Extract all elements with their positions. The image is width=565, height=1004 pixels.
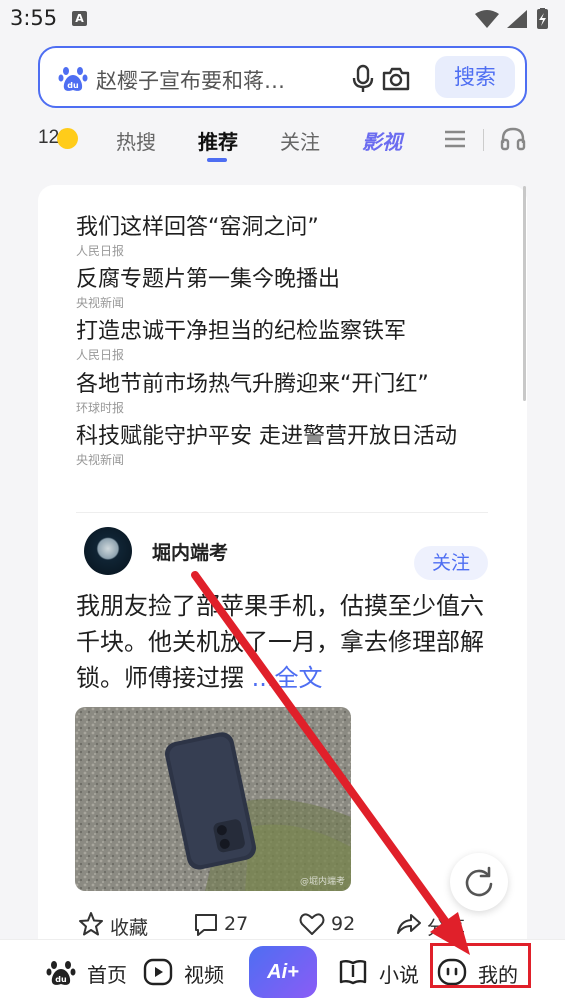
screen: 3:55 A du 赵樱子宣布要和蒋… 搜索 12° 热搜 推荐 关注 影视 我… [0,0,565,1004]
news-title[interactable]: 科技赋能守护平安 走进警营开放日活动 [76,421,496,453]
news-item[interactable]: 我们这样回答“窑洞之问” 人民日报 [76,212,496,258]
heart-icon [299,913,325,935]
like-count: 92 [331,913,356,935]
play-icon [143,958,173,986]
news-title[interactable]: 各地节前市场热气升腾迎来“开门红” [76,369,496,401]
author-name[interactable]: 堀内端考 [152,538,228,565]
nav-novel[interactable]: 小说 [338,940,428,1004]
post-image[interactable]: @堀内端考 [75,707,351,891]
post-text[interactable]: 我朋友捡了部苹果手机，估摸至少值六千块。他关机放了一月，拿去修理部解锁。师傅接过… [76,588,496,696]
news-item[interactable]: 打造忠诚干净担当的纪检监察铁军 人民日报 [76,316,496,362]
phone-on-ground-photo [75,707,351,891]
wifi-icon [475,10,499,28]
tab-following[interactable]: 关注 [280,126,320,155]
active-tab-indicator [207,158,227,162]
search-button[interactable]: 搜索 [435,56,515,98]
baidu-paw-icon: du [58,67,88,91]
ai-assistant-button[interactable]: Ai+ [249,946,317,998]
comment-icon [195,914,217,936]
nav-video[interactable]: 视频 [143,940,238,1004]
baidu-paw-icon: du [46,961,76,985]
nav-novel-label: 小说 [379,963,419,987]
news-title[interactable]: 反腐专题片第一集今晚播出 [76,264,496,296]
tab-recommended[interactable]: 推荐 [198,126,238,155]
comment-count: 27 [224,913,249,935]
news-item[interactable]: 各地节前市场热气升腾迎来“开门红” 环球时报 [76,369,496,415]
notification-icon: A [72,11,87,26]
camera-icon[interactable] [381,65,411,93]
highlight-box [430,943,531,988]
tab-video[interactable]: 影视 [362,126,402,155]
share-icon [397,914,421,934]
author-avatar[interactable] [84,527,132,575]
share-label: 分享 [427,917,466,939]
scrollbar[interactable] [523,186,526,401]
read-more-link[interactable]: ...全文 [252,664,323,692]
follow-button[interactable]: 关注 [414,546,488,580]
favorite-action[interactable]: 收藏 [78,911,148,941]
signal-icon [507,10,527,28]
news-title[interactable]: 打造忠诚干净担当的纪检监察铁军 [76,316,496,348]
news-source: 央视新闻 [76,296,125,310]
divider [483,129,484,151]
news-source: 央视新闻 [76,453,125,467]
microphone-icon[interactable] [350,64,376,94]
refresh-icon [465,866,493,897]
book-icon [339,960,367,985]
star-icon [79,912,103,936]
sun-icon[interactable] [57,128,78,149]
news-item[interactable]: 科技赋能守护平安 走进警营开放日活动 央视新闻 [76,421,496,467]
status-time: 3:55 [10,6,58,30]
like-action[interactable]: 92 [299,911,355,941]
image-watermark: @堀内端考 [299,877,345,887]
news-source: 人民日报 [76,244,125,258]
news-title[interactable]: 我们这样回答“窑洞之问” [76,212,496,244]
share-action[interactable]: 分享 [396,911,465,941]
svg-text:du: du [55,975,67,984]
svg-text:du: du [67,81,79,90]
news-source: 人民日报 [76,348,125,362]
favorite-label: 收藏 [110,917,149,939]
divider [76,512,488,513]
nav-home[interactable]: du 首页 [44,940,139,1004]
tab-hot-search[interactable]: 热搜 [116,126,156,155]
menu-icon[interactable] [444,130,466,148]
nav-video-label: 视频 [184,963,224,987]
system-status-icons [475,8,548,29]
tab-bar: 12° 热搜 推荐 关注 影视 [0,118,565,166]
news-item[interactable]: 反腐专题片第一集今晚播出 央视新闻 [76,264,496,310]
search-input[interactable]: 赵樱子宣布要和蒋… [96,65,346,95]
headphone-icon[interactable] [500,126,526,152]
refresh-button[interactable] [450,853,508,911]
nav-home-label: 首页 [87,963,127,987]
status-bar: 3:55 A [0,0,565,38]
news-source: 环球时报 [76,401,125,415]
comment-action[interactable]: 27 [193,911,248,941]
search-bar[interactable]: du 赵樱子宣布要和蒋… 搜索 [38,46,527,108]
